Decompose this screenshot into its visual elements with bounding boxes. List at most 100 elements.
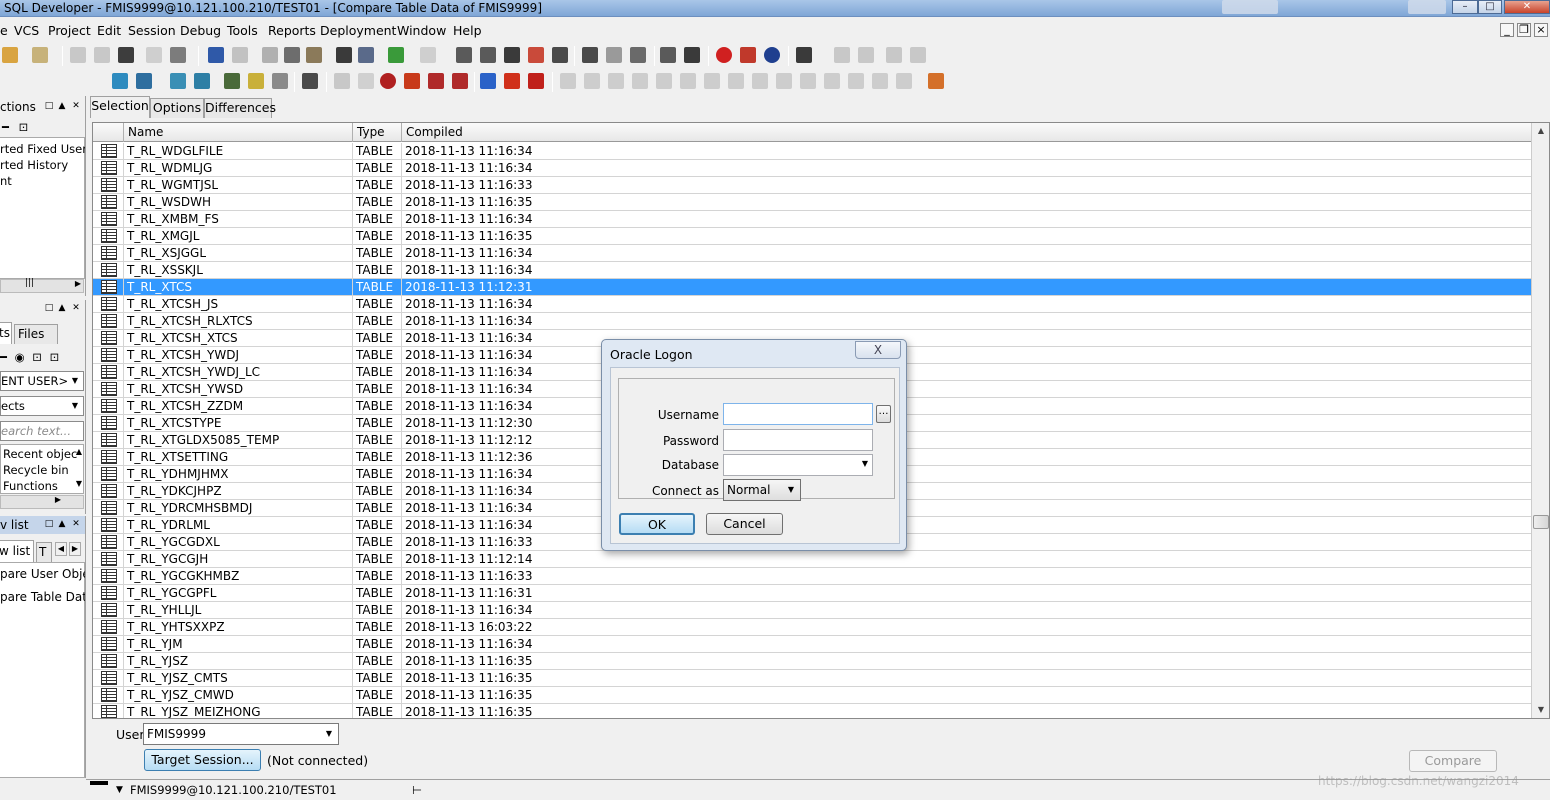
database-icon[interactable] xyxy=(112,73,128,89)
table-row[interactable]: T_RL_YJM TABLE 2018-11-13 11:16:34 xyxy=(93,636,1531,653)
wrench-icon[interactable] xyxy=(302,73,318,89)
copy-icon[interactable] xyxy=(284,47,300,63)
table-row[interactable]: T_RL_YGCGJH TABLE 2018-11-13 11:12:14 xyxy=(93,551,1531,568)
column-header-type[interactable]: Type xyxy=(353,123,402,142)
menu-item-file[interactable]: e xyxy=(0,23,8,38)
save-icon[interactable] xyxy=(70,47,86,63)
trace-icon[interactable] xyxy=(776,73,792,89)
table-row[interactable]: T_RL_XSJGGL TABLE 2018-11-13 11:16:34 xyxy=(93,245,1531,262)
report-icon[interactable] xyxy=(248,73,264,89)
commit-icon[interactable] xyxy=(606,47,622,63)
table-row[interactable]: T_RL_WDGLFILE TABLE 2018-11-13 11:16:34 xyxy=(93,143,1531,160)
stop-icon[interactable] xyxy=(380,73,396,89)
trace-icon[interactable] xyxy=(800,73,816,89)
print-preview-icon[interactable] xyxy=(146,47,162,63)
paste-icon[interactable] xyxy=(306,47,322,63)
window-list-icon[interactable] xyxy=(660,47,676,63)
trace-icon[interactable] xyxy=(752,73,768,89)
menu-item-vcs[interactable]: VCS xyxy=(14,23,39,38)
connect-as-select[interactable]: Normal ▼ xyxy=(723,479,801,501)
cut-icon[interactable] xyxy=(262,47,278,63)
panel-pin-icon[interactable]: ▲ xyxy=(57,101,67,112)
collapse-icon[interactable]: ━ xyxy=(2,120,9,134)
debug-icon[interactable] xyxy=(334,73,350,89)
filter-icon[interactable]: ⊡ xyxy=(32,350,42,364)
pen-icon[interactable] xyxy=(858,47,874,63)
tab-other[interactable]: T xyxy=(36,542,52,562)
step-over-icon[interactable] xyxy=(452,73,468,89)
trace-icon[interactable] xyxy=(680,73,696,89)
close-button[interactable]: ✕ xyxy=(1504,0,1550,14)
table-row[interactable]: T_RL_XTCSH_JS TABLE 2018-11-13 11:16:34 xyxy=(93,296,1531,313)
menu-item-help[interactable]: Help xyxy=(453,23,482,38)
csql-icon[interactable] xyxy=(136,73,152,89)
comment-icon[interactable] xyxy=(504,47,520,63)
list-item[interactable]: Functions xyxy=(3,479,58,493)
tab-scroll-left-icon[interactable]: ◀ xyxy=(55,542,67,556)
panel-close-icon[interactable]: ✕ xyxy=(71,101,81,112)
user-select[interactable]: FMIS9999 ▼ xyxy=(143,723,339,745)
horizontal-scrollbar[interactable]: ||| ▶ xyxy=(0,278,84,293)
trace-icon[interactable] xyxy=(608,73,624,89)
arrow-right-blue-icon[interactable] xyxy=(480,73,496,89)
column-header-compiled[interactable]: Compiled xyxy=(402,123,1533,142)
document-icon[interactable] xyxy=(272,73,288,89)
target-session-button[interactable]: Target Session... xyxy=(144,749,261,771)
panel-close-icon[interactable]: ✕ xyxy=(71,519,81,530)
tab-window-list[interactable]: w list xyxy=(0,540,34,562)
trace-icon[interactable] xyxy=(896,73,912,89)
table-row[interactable]: T_RL_XMGJL TABLE 2018-11-13 11:16:35 xyxy=(93,228,1531,245)
rollback-icon[interactable] xyxy=(630,47,646,63)
dialog-close-button[interactable]: X xyxy=(855,341,901,359)
scroll-down-icon[interactable]: ▼ xyxy=(76,479,82,488)
list-item[interactable]: pare Table Data xyxy=(0,590,85,604)
object-type-combo[interactable]: ects ▼ xyxy=(0,396,84,416)
tab-scroll-right-icon[interactable]: ▶ xyxy=(69,542,81,556)
info-icon[interactable] xyxy=(764,47,780,63)
lock-icon[interactable] xyxy=(928,73,944,89)
trace-icon[interactable] xyxy=(824,73,840,89)
list-item[interactable]: nt xyxy=(0,174,12,188)
run-debug-icon[interactable] xyxy=(404,73,420,89)
mdi-minimize-button[interactable]: _ xyxy=(1500,23,1514,37)
menu-item-deployment[interactable]: Deployment xyxy=(320,23,396,38)
trace-icon[interactable] xyxy=(848,73,864,89)
menu-item-window[interactable]: Window xyxy=(397,23,446,38)
connect-icon[interactable] xyxy=(170,73,186,89)
table-row[interactable]: T_RL_YGCGKHMBZ TABLE 2018-11-13 11:16:33 xyxy=(93,568,1531,585)
filter-icon[interactable]: ⊡ xyxy=(50,350,60,364)
tab-selection[interactable]: Selection xyxy=(90,96,150,118)
search-icon[interactable] xyxy=(796,47,812,63)
trace-icon[interactable] xyxy=(584,73,600,89)
table-row[interactable]: T_RL_XMBM_FS TABLE 2018-11-13 11:16:34 xyxy=(93,211,1531,228)
scroll-thumb[interactable] xyxy=(1533,515,1549,529)
open-folder-icon[interactable] xyxy=(2,47,18,63)
mdi-restore-button[interactable]: ❐ xyxy=(1517,23,1531,37)
tools-icon[interactable] xyxy=(224,73,240,89)
tab-objects[interactable]: ts xyxy=(0,322,12,344)
settings-icon[interactable] xyxy=(834,47,850,63)
filter-icon[interactable]: ⊡ xyxy=(19,120,29,134)
binoculars-icon[interactable]: ◉ xyxy=(15,350,25,364)
step-icon[interactable] xyxy=(420,47,436,63)
trace-icon[interactable] xyxy=(656,73,672,89)
stamp-icon[interactable] xyxy=(886,47,902,63)
table-row[interactable]: T_RL_YJSZ TABLE 2018-11-13 11:16:35 xyxy=(93,653,1531,670)
panel-restore-icon[interactable]: □ xyxy=(44,303,54,314)
trace-icon[interactable] xyxy=(872,73,888,89)
find-icon[interactable] xyxy=(336,47,352,63)
search-input[interactable]: earch text... xyxy=(0,421,84,441)
panel-restore-icon[interactable]: □ xyxy=(44,519,54,530)
oracle-icon[interactable] xyxy=(716,47,732,63)
menu-item-project[interactable]: Project xyxy=(48,23,91,38)
export-icon[interactable] xyxy=(910,47,926,63)
more-options-button[interactable]: … xyxy=(876,405,891,423)
arrow-right-red-icon[interactable] xyxy=(504,73,520,89)
trace-icon[interactable] xyxy=(704,73,720,89)
format-icon[interactable] xyxy=(552,47,568,63)
scroll-down-icon[interactable]: ▼ xyxy=(1533,702,1549,718)
redo-icon[interactable] xyxy=(232,47,248,63)
printer-icon[interactable] xyxy=(170,47,186,63)
database-select[interactable]: ▼ xyxy=(723,454,873,476)
username-input[interactable] xyxy=(723,403,873,425)
